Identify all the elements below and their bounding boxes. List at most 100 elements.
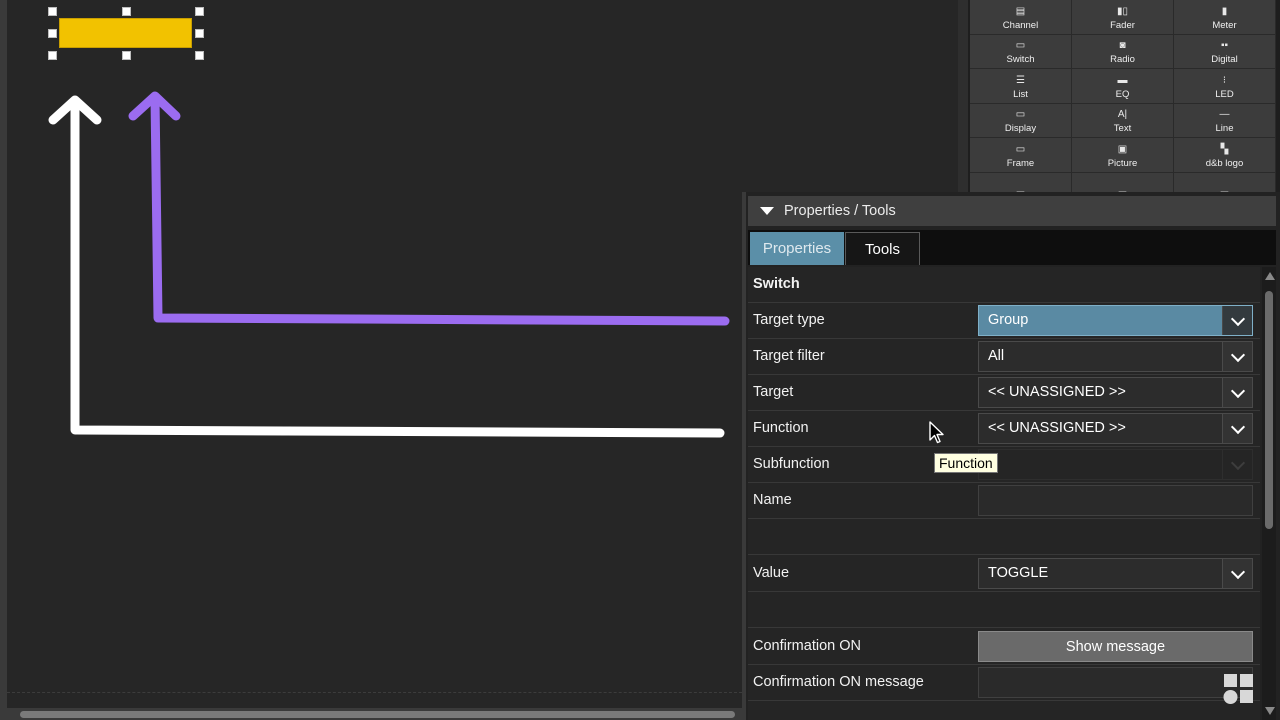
- palette-item-label: Digital: [1211, 54, 1238, 66]
- function-dropdown-button[interactable]: [1222, 414, 1252, 443]
- panel-title: Properties / Tools: [784, 203, 896, 219]
- palette-item-switch[interactable]: ▭ Switch: [970, 34, 1072, 70]
- properties-list: Switch Target type Group Target filter A…: [748, 267, 1260, 720]
- chevron-down-icon: [1230, 347, 1245, 362]
- properties-panel: Properties / Tools Properties Tools Swit…: [742, 192, 1280, 720]
- palette-item-list[interactable]: ☰ List: [970, 69, 1072, 104]
- function-label: Function: [753, 420, 809, 436]
- collapse-triangle-icon[interactable]: [760, 207, 774, 215]
- palette-item-label: List: [1013, 88, 1028, 100]
- section-title: Switch: [753, 276, 800, 292]
- radio-icon: ◙: [1119, 40, 1126, 52]
- value-dropdown-button[interactable]: [1222, 559, 1252, 588]
- eq-icon: ▬: [1117, 74, 1128, 86]
- palette-item-label: Radio: [1110, 54, 1135, 66]
- design-canvas[interactable]: [0, 0, 742, 720]
- frame-icon: ▭: [1015, 143, 1026, 155]
- subfunction-dropdown-disabled: [978, 449, 1253, 480]
- palette-item-label: Frame: [1006, 157, 1035, 169]
- row-target-type: Target type Group: [748, 303, 1260, 339]
- palette-item-label: Display: [1004, 123, 1037, 135]
- palette-item-label: Fader: [1110, 19, 1135, 31]
- palette-item-channel[interactable]: ▤ Channel: [970, 0, 1072, 35]
- confirmation-on-label: Confirmation ON: [753, 638, 861, 654]
- row-confirmation-on-message: Confirmation ON message: [748, 665, 1260, 701]
- palette-item-label: Switch: [1006, 54, 1035, 66]
- section-header-row: Switch: [748, 267, 1260, 303]
- horizontal-scrollbar-thumb[interactable]: [20, 711, 735, 718]
- palette-item-label: Meter: [1212, 19, 1237, 31]
- row-spacer-2: [748, 592, 1260, 628]
- function-tooltip: Function: [934, 453, 998, 473]
- properties-panel-header[interactable]: Properties / Tools: [748, 196, 1276, 226]
- target-type-dropdown[interactable]: Group: [978, 305, 1253, 336]
- function-value: << UNASSIGNED >>: [988, 420, 1126, 436]
- palette-item-fader[interactable]: ▮▯ Fader: [1072, 0, 1174, 35]
- row-function: Function << UNASSIGNED >>: [748, 411, 1260, 447]
- chevron-down-icon: [1230, 419, 1245, 434]
- palette-item-label: d&b logo: [1205, 157, 1244, 169]
- target-filter-value: All: [988, 348, 1005, 364]
- meter-icon: ▮: [1221, 5, 1228, 17]
- tab-properties[interactable]: Properties: [750, 232, 844, 265]
- function-dropdown[interactable]: << UNASSIGNED >>: [978, 413, 1253, 444]
- tab-tools[interactable]: Tools: [845, 232, 920, 265]
- palette-item-db-logo[interactable]: ▚ d&b logo: [1174, 138, 1276, 173]
- target-type-dropdown-button[interactable]: [1222, 306, 1252, 335]
- picture-icon: ▣: [1117, 143, 1128, 155]
- confirmation-on-message-input[interactable]: [978, 667, 1253, 698]
- vertical-scrollbar-thumb[interactable]: [1265, 291, 1273, 529]
- name-label: Name: [753, 492, 792, 508]
- palette-item-meter[interactable]: ▮ Meter: [1174, 0, 1276, 35]
- annotation-arrows: [48, 91, 730, 438]
- palette-item-label: LED: [1215, 88, 1234, 100]
- name-input[interactable]: [978, 485, 1253, 516]
- palette-item-digital[interactable]: ▪▪ Digital: [1174, 34, 1276, 70]
- target-label: Target: [753, 384, 794, 400]
- palette-item-radio[interactable]: ◙ Radio: [1072, 34, 1174, 70]
- row-target: Target << UNASSIGNED >>: [748, 375, 1260, 411]
- palette-item-picture[interactable]: ▣ Picture: [1072, 138, 1174, 173]
- canvas-boundary-line: [7, 692, 742, 693]
- led-icon: ⁝: [1222, 74, 1227, 86]
- target-value: << UNASSIGNED >>: [988, 384, 1126, 400]
- target-filter-label: Target filter: [753, 348, 825, 364]
- row-subfunction: Subfunction: [748, 447, 1260, 483]
- fader-icon: ▮▯: [1116, 5, 1128, 17]
- confirmation-on-message-label: Confirmation ON message: [753, 674, 924, 690]
- subfunction-dropdown-button: [1222, 450, 1252, 479]
- show-message-button[interactable]: Show message: [978, 631, 1253, 662]
- row-value: Value TOGGLE: [748, 556, 1260, 592]
- line-icon: —: [1219, 109, 1230, 121]
- target-type-value: Group: [988, 312, 1029, 328]
- chevron-down-icon: [1230, 564, 1245, 579]
- palette-item-frame[interactable]: ▭ Frame: [970, 138, 1072, 173]
- switch-icon: ▭: [1015, 40, 1026, 52]
- value-value: TOGGLE: [988, 565, 1049, 581]
- palette-item-line[interactable]: — Line: [1174, 103, 1276, 139]
- mouse-pointer-icon: [929, 421, 944, 444]
- row-spacer: [748, 519, 1260, 555]
- target-dropdown[interactable]: << UNASSIGNED >>: [978, 377, 1253, 408]
- palette-item-led[interactable]: ⁝ LED: [1174, 69, 1276, 104]
- target-dropdown-button[interactable]: [1222, 378, 1252, 407]
- palette-item-label: Text: [1113, 123, 1132, 135]
- scroll-down-arrow-icon[interactable]: [1265, 707, 1275, 715]
- scroll-up-arrow-icon[interactable]: [1265, 272, 1275, 280]
- palette-item-label: Channel: [1002, 19, 1039, 31]
- target-filter-dropdown[interactable]: All: [978, 341, 1253, 372]
- palette-item-eq[interactable]: ▬ EQ: [1072, 69, 1174, 104]
- target-type-label: Target type: [753, 312, 825, 328]
- target-filter-dropdown-button[interactable]: [1222, 342, 1252, 371]
- palette-edge: [958, 0, 968, 192]
- value-label: Value: [753, 565, 790, 581]
- chevron-down-icon: [1230, 455, 1245, 470]
- vertical-scrollbar[interactable]: [1262, 267, 1276, 720]
- chevron-down-icon: [1230, 311, 1245, 326]
- palette-item-label: EQ: [1115, 88, 1130, 100]
- value-dropdown[interactable]: TOGGLE: [978, 558, 1253, 589]
- display-icon: ▭: [1015, 109, 1026, 121]
- palette-item-display[interactable]: ▭ Display: [970, 103, 1072, 139]
- layout-grid-icon[interactable]: [1223, 673, 1255, 705]
- palette-item-text[interactable]: A| Text: [1072, 103, 1174, 139]
